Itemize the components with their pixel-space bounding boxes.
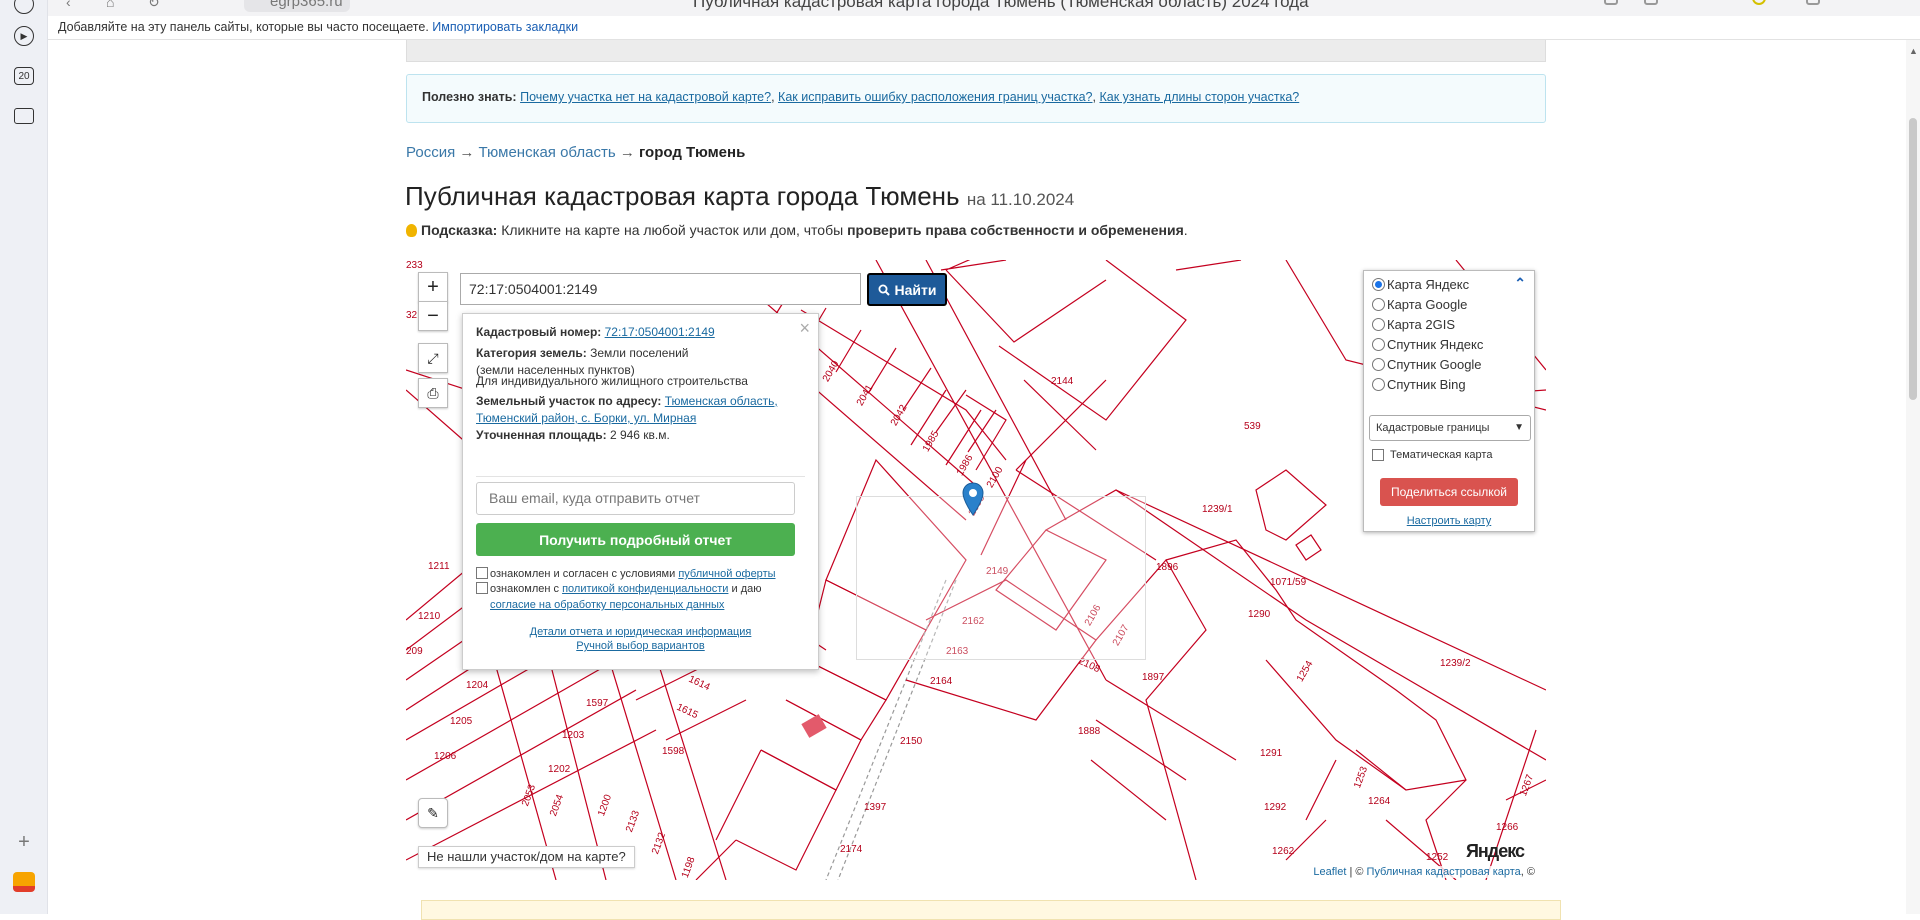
home-icon[interactable]: ⌂ [106,0,114,10]
info-link-missing[interactable]: Почему участка нет на кадастровой карте? [520,90,771,104]
thematic-map-toggle[interactable]: Тематическая карта [1372,449,1492,461]
zoom-in-button[interactable]: + [418,272,448,302]
report-details-link[interactable]: Детали отчета и юридическая информация [463,626,818,638]
map-attribution: Leaflet | © Публичная кадастровая карта,… [1310,866,1538,878]
breadcrumb: Россия → Тюменская область → город Тюмен… [406,144,746,161]
browser-titlebar: ‹ ⌂ ↻ egrp365.ru Публичная кадастровая к… [48,0,1920,16]
chevron-up-icon[interactable]: ⌃ [1514,275,1526,292]
cadastral-number: Кадастровый номер: 72:17:0504001:2149 [476,325,715,339]
search-icon [878,284,890,296]
bookmarks-bar: Добавляйте на эту панель сайты, которые … [48,16,1920,40]
offer-checkbox[interactable] [476,567,488,579]
back-icon[interactable]: ‹ [66,0,71,10]
tab-title: Публичная кадастровая карта города Тюмен… [693,0,1309,11]
search-button[interactable]: Найти [867,273,947,306]
add-icon[interactable]: + [12,830,36,854]
hint: Подсказка: Кликните на карте на любой уч… [406,222,1188,238]
extension-icon[interactable] [1644,0,1658,5]
chevron-down-icon: ▼ [1514,422,1524,433]
layer-google-satellite[interactable]: Спутник Google [1372,357,1482,372]
parcel-address: Земельный участок по адресу: Тюменская о… [476,394,778,425]
info-link-fix-error[interactable]: Как исправить ошибку расположения границ… [778,90,1092,104]
consent-link[interactable]: согласие на обработку персональных данны… [490,599,724,611]
share-link-button[interactable]: Поделиться ссылкой [1380,478,1518,506]
privacy-checkbox[interactable] [476,582,488,594]
parcel-info-popup: × Кадастровый номер: 72:17:0504001:2149 … [462,313,819,670]
cadastral-number-link[interactable]: 72:17:0504001:2149 [605,325,715,339]
mail-icon[interactable] [12,870,36,894]
privacy-agreement: ознакомлен с политикой конфиденциальност… [476,581,806,613]
parcel-area: Уточненная площадь: 2 946 кв.м. [476,428,670,442]
image-placeholder [856,496,1146,660]
manual-selection-link[interactable]: Ручной выбор вариантов [463,640,818,652]
profile-icon[interactable] [1752,0,1766,5]
breadcrumb-russia[interactable]: Россия [406,144,455,161]
radio-icon [1372,318,1385,331]
radio-icon [1372,338,1385,351]
map-pin-icon[interactable] [962,482,984,516]
extension-icon[interactable] [1604,0,1618,5]
page-scrollbar[interactable]: ▲ [1906,40,1920,914]
radio-icon [1372,378,1385,391]
fullscreen-icon[interactable]: ⤢ [418,343,448,373]
configure-map-link[interactable]: Настроить карту [1364,515,1534,527]
screenshot-icon[interactable] [12,104,36,128]
scroll-up-icon[interactable]: ▲ [1909,46,1918,56]
leaflet-link[interactable]: Leaflet [1313,866,1346,878]
radio-icon [1372,298,1385,311]
get-report-button[interactable]: Получить подробный отчет [476,523,795,556]
lightbulb-icon [406,224,417,237]
layer-google-map[interactable]: Карта Google [1372,297,1467,312]
cadastral-search-input[interactable] [460,273,861,305]
import-bookmarks-link[interactable]: Импортировать закладки [432,20,578,34]
layer-bing-satellite[interactable]: Спутник Bing [1372,377,1466,392]
scrollbar-thumb[interactable] [1909,118,1917,400]
print-icon[interactable]: ⎙ [418,378,448,408]
layers-panel: ⌃ Карта Яндекс Карта Google Карта 2GIS С… [1363,270,1535,532]
pkk-link[interactable]: Публичная кадастровая карта [1367,866,1521,878]
cadastral-map[interactable]: 2038 2039 2040 2041 2042 1985 1986 2100 … [406,260,1546,880]
breadcrumb-tyumen-region[interactable]: Тюменская область [479,144,616,161]
info-link-side-lengths[interactable]: Как узнать длины сторон участка? [1099,90,1299,104]
layer-yandex-map[interactable]: Карта Яндекс [1372,277,1469,292]
browser-sidebar: ▶ 20 + [0,0,48,914]
ruler-icon[interactable]: ✎ [418,798,448,828]
not-found-button[interactable]: Не нашли участок/дом на карте? [418,846,635,868]
checkbox-icon [1372,449,1384,461]
page-date: на 11.10.2024 [966,190,1075,209]
page-title: Публичная кадастровая карта города Тюмен… [405,181,1075,211]
privacy-link[interactable]: политикой конфиденциальности [562,583,728,595]
offer-link[interactable]: публичной оферты [678,568,775,580]
overlay-select[interactable]: Кадастровые границы ▼ [1369,415,1531,441]
bottom-notice [421,900,1561,920]
radio-icon [1372,278,1385,291]
bookmarks-prompt: Добавляйте на эту панель сайты, которые … [58,20,429,34]
radio-icon [1372,358,1385,371]
history-icon[interactable] [12,0,36,16]
address-bar[interactable]: egrp365.ru [244,0,350,12]
layer-2gis-map[interactable]: Карта 2GIS [1372,317,1455,332]
info-label: Полезно знать: [422,90,517,104]
useful-info-box: Полезно знать: Почему участка нет на кад… [406,74,1546,123]
land-use: Для индивидуального жилищного строительс… [476,374,748,388]
breadcrumb-current: город Тюмень [638,144,746,161]
layer-yandex-satellite[interactable]: Спутник Яндекс [1372,337,1483,352]
counter-icon[interactable]: 20 [12,64,36,88]
reload-icon[interactable]: ↻ [148,0,160,11]
yandex-logo: Яндекс [1465,841,1525,861]
top-strip [406,40,1546,62]
downloads-icon[interactable] [1806,0,1820,5]
play-icon[interactable]: ▶ [12,24,36,48]
offer-agreement: ознакомлен и согласен с условиями публич… [476,566,776,582]
divider [476,476,805,477]
zoom-out-button[interactable]: − [418,301,448,331]
email-input[interactable]: Ваш email, куда отправить отчет [476,482,795,515]
